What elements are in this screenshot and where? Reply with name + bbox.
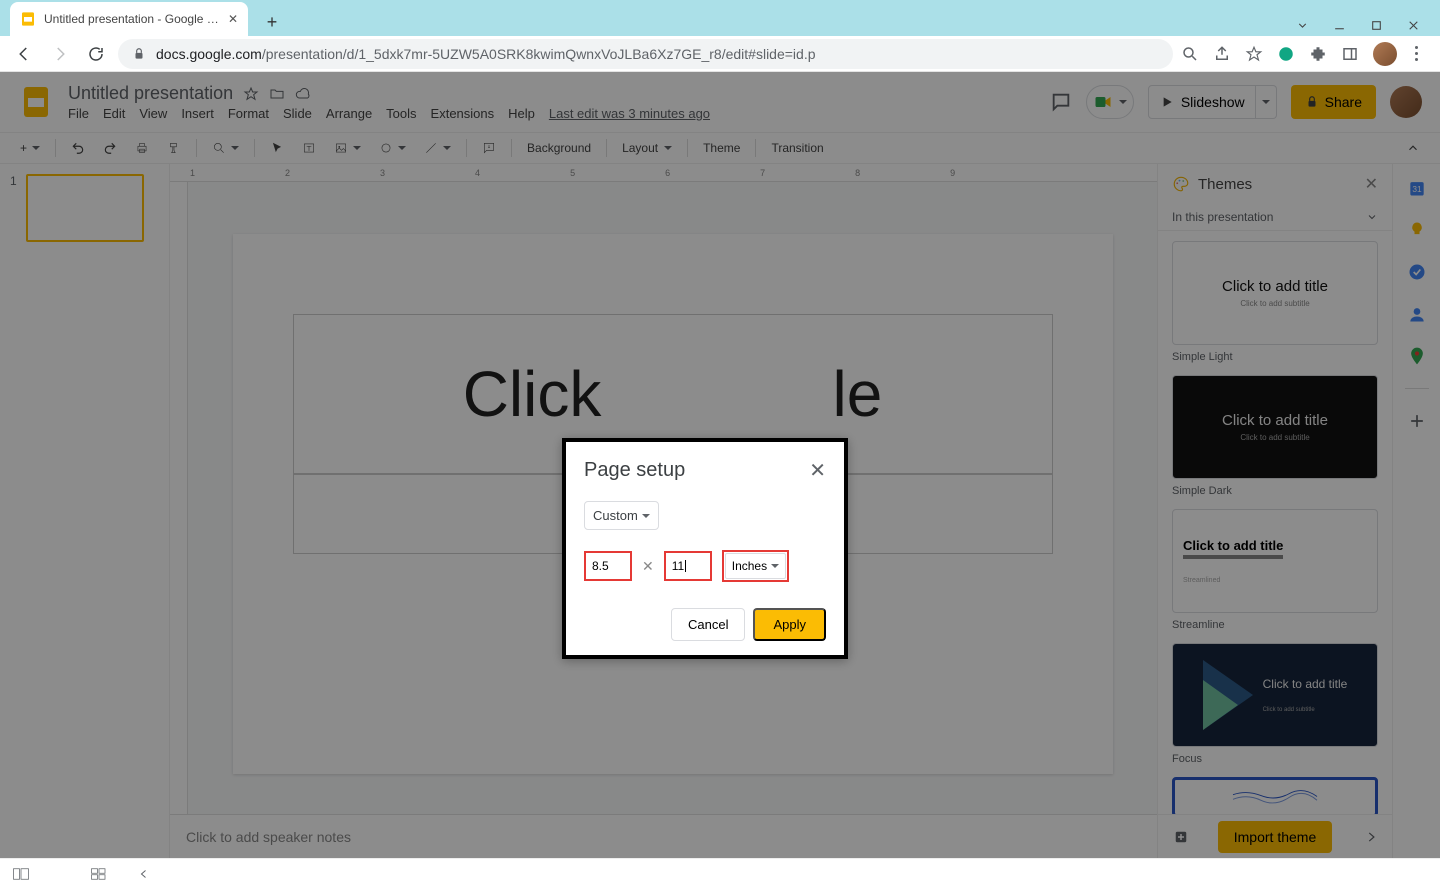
tab-title: Untitled presentation - Google Slides	[44, 12, 220, 26]
profile-avatar[interactable]	[1373, 42, 1397, 66]
browser-action-icons	[1181, 42, 1430, 66]
width-input[interactable]: 8.5	[584, 551, 632, 581]
dialog-title: Page setup	[584, 459, 685, 482]
omnibox[interactable]: docs.google.com/presentation/d/1_5dxk7mr…	[118, 39, 1173, 69]
slides-app: Untitled presentation File Edit View Ins…	[0, 72, 1440, 858]
status-bar	[0, 858, 1440, 888]
browser-tab[interactable]: Untitled presentation - Google Slides ✕	[10, 2, 248, 36]
minimize-icon[interactable]	[1333, 19, 1346, 32]
omnibox-url: docs.google.com/presentation/d/1_5dxk7mr…	[156, 46, 1159, 62]
extension-grammarly-icon[interactable]	[1277, 45, 1295, 63]
filmstrip-view-icon[interactable]	[12, 867, 30, 881]
browser-address-bar: docs.google.com/presentation/d/1_5dxk7mr…	[0, 36, 1440, 72]
zoom-icon[interactable]	[1181, 45, 1199, 63]
slides-favicon	[20, 11, 36, 27]
back-button[interactable]	[10, 40, 38, 68]
reload-button[interactable]	[82, 40, 110, 68]
lock-icon	[132, 47, 146, 61]
page-size-dropdown[interactable]: Custom	[584, 501, 659, 530]
page-setup-dialog: Page setup ✕ Custom 8.5 ✕ 11 Inches Canc…	[562, 438, 848, 659]
apply-button[interactable]: Apply	[753, 608, 826, 641]
times-icon: ✕	[642, 558, 654, 575]
unit-dropdown[interactable]: Inches	[722, 550, 789, 582]
side-panel-icon[interactable]	[1341, 45, 1359, 63]
share-page-icon[interactable]	[1213, 45, 1231, 63]
forward-button[interactable]	[46, 40, 74, 68]
height-input[interactable]: 11	[664, 551, 712, 581]
extensions-icon[interactable]	[1309, 45, 1327, 63]
cancel-button[interactable]: Cancel	[671, 608, 745, 641]
new-tab-button[interactable]: +	[258, 8, 286, 36]
grid-view-icon[interactable]	[90, 867, 108, 881]
dialog-close-icon[interactable]: ✕	[809, 458, 826, 483]
star-icon[interactable]	[1245, 45, 1263, 63]
browser-titlebar: Untitled presentation - Google Slides ✕ …	[0, 0, 1440, 36]
caret-down-icon[interactable]	[1296, 19, 1309, 32]
maximize-icon[interactable]	[1370, 19, 1383, 32]
collapse-left-icon[interactable]	[138, 868, 150, 880]
tab-close-icon[interactable]: ✕	[228, 12, 238, 26]
browser-menu-icon[interactable]	[1411, 42, 1422, 65]
window-controls	[1296, 19, 1420, 36]
close-window-icon[interactable]	[1407, 19, 1420, 32]
